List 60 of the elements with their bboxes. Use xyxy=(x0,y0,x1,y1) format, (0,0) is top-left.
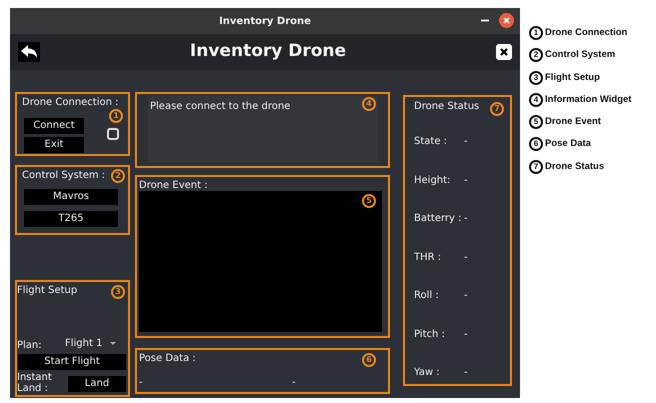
status-value: - xyxy=(464,174,468,188)
marker-number: 5 xyxy=(362,194,376,208)
action-button[interactable]: Connect xyxy=(24,118,84,134)
action-button[interactable]: Mavros xyxy=(24,189,118,205)
field-label: Plan: xyxy=(17,339,42,353)
panel-title: Drone Connection : xyxy=(22,96,119,110)
plan-dropdown[interactable]: Flight 1 xyxy=(65,335,128,351)
panel-title: Flight Setup xyxy=(17,284,78,298)
status-label: State : xyxy=(414,135,448,149)
legend-label: Control System xyxy=(545,48,616,62)
legend-label: Flight Setup xyxy=(545,70,600,84)
close-button[interactable] xyxy=(496,44,512,60)
minimize-button[interactable] xyxy=(481,19,489,22)
status-value: - xyxy=(464,289,468,303)
panel-title: Drone Status xyxy=(414,100,480,114)
status-label: THR : xyxy=(414,250,442,264)
marker-number: 6 xyxy=(362,353,376,367)
status-label: Height: xyxy=(414,174,450,188)
caret-icon xyxy=(110,342,116,344)
pose-value: - xyxy=(292,376,296,390)
status-value: - xyxy=(464,328,468,342)
pose-value: - xyxy=(139,376,143,390)
legend-label: Drone Connection xyxy=(545,26,628,40)
status-label: Pitch : xyxy=(414,328,445,342)
legend-number: 2 xyxy=(529,48,543,62)
legend-number: 6 xyxy=(529,137,543,152)
legend-number: 3 xyxy=(529,70,543,85)
legend-label: Pose Data xyxy=(545,137,591,152)
legend-number: 4 xyxy=(529,92,543,107)
window-title: Inventory Drone xyxy=(219,14,311,28)
marker-number: 7 xyxy=(490,102,504,116)
marker-number: 1 xyxy=(109,109,123,123)
status-label: Yaw : xyxy=(414,366,440,380)
marker-number: 4 xyxy=(362,97,376,111)
field-label: Instant Land : xyxy=(17,372,53,394)
close-button[interactable] xyxy=(499,13,514,28)
panel-title: Drone Event : xyxy=(139,179,208,193)
checkbox[interactable] xyxy=(107,128,119,140)
legend-label: Drone Status xyxy=(545,160,604,174)
panel-title: Pose Data : xyxy=(139,352,196,366)
status-value: - xyxy=(464,135,468,149)
app-title: Inventory Drone xyxy=(190,40,346,64)
status-label: Roll : xyxy=(414,289,439,303)
status-value: - xyxy=(464,250,468,264)
legend-number: 7 xyxy=(529,160,543,174)
status-label: Batterry : xyxy=(414,212,462,226)
marker-number: 3 xyxy=(111,285,125,299)
legend-label: Information Widget xyxy=(545,92,632,107)
status-value: - xyxy=(464,366,468,380)
legend-number: 1 xyxy=(529,26,543,40)
start-flight-button[interactable]: Start Flight xyxy=(18,354,126,370)
land-button[interactable]: Land xyxy=(68,376,126,392)
action-button[interactable]: Exit xyxy=(24,137,84,153)
status-value: - xyxy=(464,212,468,226)
action-button[interactable]: T265 xyxy=(24,211,118,227)
panel-title: Control System : xyxy=(22,169,106,183)
legend-number: 5 xyxy=(529,115,543,130)
information-text: Please connect to the drone xyxy=(150,100,290,114)
marker-number: 2 xyxy=(111,169,125,183)
legend-label: Drone Event xyxy=(545,115,601,129)
